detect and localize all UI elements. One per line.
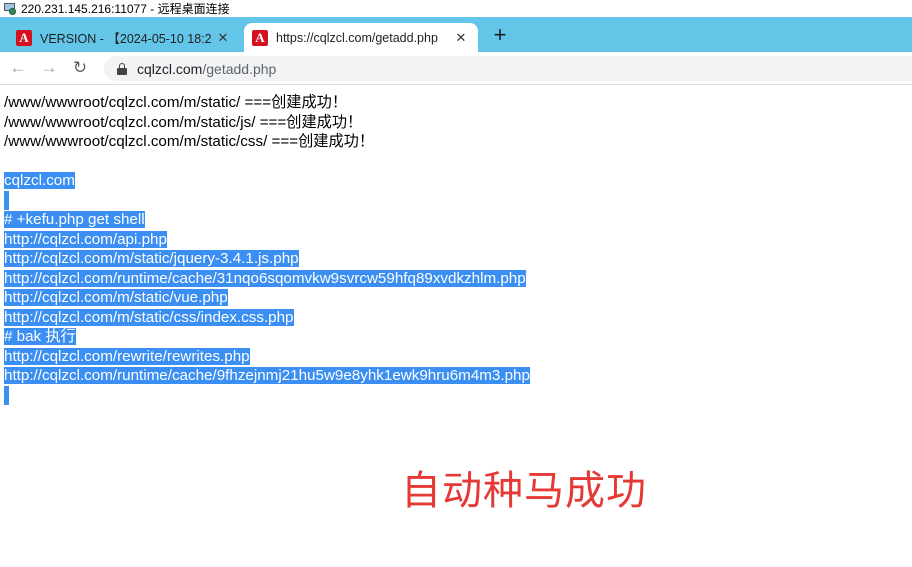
selected-line: http://cqlzcl.com/api.php xyxy=(4,230,904,250)
page-content: /www/wwwroot/cqlzcl.com/m/static/ ===创建成… xyxy=(4,93,904,405)
selected-line: http://cqlzcl.com/runtime/cache/31nqo6sq… xyxy=(4,269,904,289)
created-line: /www/wwwroot/cqlzcl.com/m/static/js/ ===… xyxy=(4,113,363,131)
remote-desktop-titlebar: 220.231.145.216:11077 - 远程桌面连接 xyxy=(0,0,912,17)
shell-url: http://cqlzcl.com/runtime/cache/9fhzejnm… xyxy=(4,367,530,384)
selection-blank xyxy=(4,190,9,210)
back-arrow-icon[interactable]: ← xyxy=(7,57,29,79)
tab-title: VERSION - 【2024-05-10 18:2 xyxy=(40,32,212,46)
shell-url: http://cqlzcl.com/m/static/vue.php xyxy=(4,289,228,306)
close-tab-icon[interactable]: ✕ xyxy=(452,29,470,47)
url-host: cqlzcl.com xyxy=(137,60,203,77)
selected-line: http://cqlzcl.com/m/static/jquery-3.4.1.… xyxy=(4,249,904,269)
forward-arrow-icon[interactable]: → xyxy=(38,57,60,79)
reload-icon[interactable]: ↻ xyxy=(69,57,91,79)
tab-strip: A VERSION - 【2024-05-10 18:2 ✕ A https:/… xyxy=(0,17,912,52)
address-bar[interactable]: cqlzcl.com/getadd.php xyxy=(104,56,912,81)
selected-line: http://cqlzcl.com/m/static/css/index.css… xyxy=(4,308,904,328)
selected-line: # bak 执行 xyxy=(4,327,904,347)
domain-text: cqlzcl.com xyxy=(4,172,75,189)
selected-domain-line: cqlzcl.com xyxy=(4,171,904,191)
url-text[interactable]: cqlzcl.com/getadd.php xyxy=(137,61,276,77)
selected-line: http://cqlzcl.com/runtime/cache/9fhzejnm… xyxy=(4,366,904,386)
browser-toolbar: ← → ↻ cqlzcl.com/getadd.php xyxy=(0,52,912,85)
shell-url: http://cqlzcl.com/rewrite/rewrites.php xyxy=(4,347,250,365)
new-tab-button[interactable]: + xyxy=(488,22,512,47)
created-line: /www/wwwroot/cqlzcl.com/m/static/ ===创建成… xyxy=(4,94,348,111)
selected-line: http://cqlzcl.com/m/static/vue.php xyxy=(4,288,904,308)
url-path: /getadd.php xyxy=(202,60,277,77)
tab-getadd[interactable]: A https://cqlzcl.com/getadd.php ✕ xyxy=(244,23,478,52)
selected-blank-line xyxy=(4,385,904,405)
site-favicon-icon: A xyxy=(252,29,268,46)
selected-line: # +kefu.php get shell xyxy=(4,210,904,230)
shell-url: http://cqlzcl.com/m/static/css/index.css… xyxy=(4,308,294,326)
remote-desktop-title: 220.231.145.216:11077 - 远程桌面连接 xyxy=(21,2,230,16)
shell-url: http://cqlzcl.com/api.php xyxy=(4,230,167,248)
site-favicon-icon: A xyxy=(16,29,32,46)
overlay-annotation: 自动种马成功 xyxy=(401,468,647,514)
bak-comment: # bak 执行 xyxy=(4,328,76,345)
shell-url: http://cqlzcl.com/m/static/jquery-3.4.1.… xyxy=(4,250,299,267)
tab-version[interactable]: A VERSION - 【2024-05-10 18:2 ✕ xyxy=(8,23,240,52)
selection-blank xyxy=(4,385,9,405)
selected-blank-line xyxy=(4,190,904,210)
selected-line: http://cqlzcl.com/rewrite/rewrites.php xyxy=(4,347,904,367)
lock-icon[interactable] xyxy=(117,62,127,75)
tab-title: https://cqlzcl.com/getadd.php xyxy=(276,30,438,45)
remote-desktop-icon xyxy=(3,2,17,15)
created-line: /www/wwwroot/cqlzcl.com/m/static/css/ ==… xyxy=(4,133,375,150)
shell-comment: # +kefu.php get shell xyxy=(4,211,145,228)
close-tab-icon[interactable]: ✕ xyxy=(214,29,232,47)
shell-url: http://cqlzcl.com/runtime/cache/31nqo6sq… xyxy=(4,269,526,287)
